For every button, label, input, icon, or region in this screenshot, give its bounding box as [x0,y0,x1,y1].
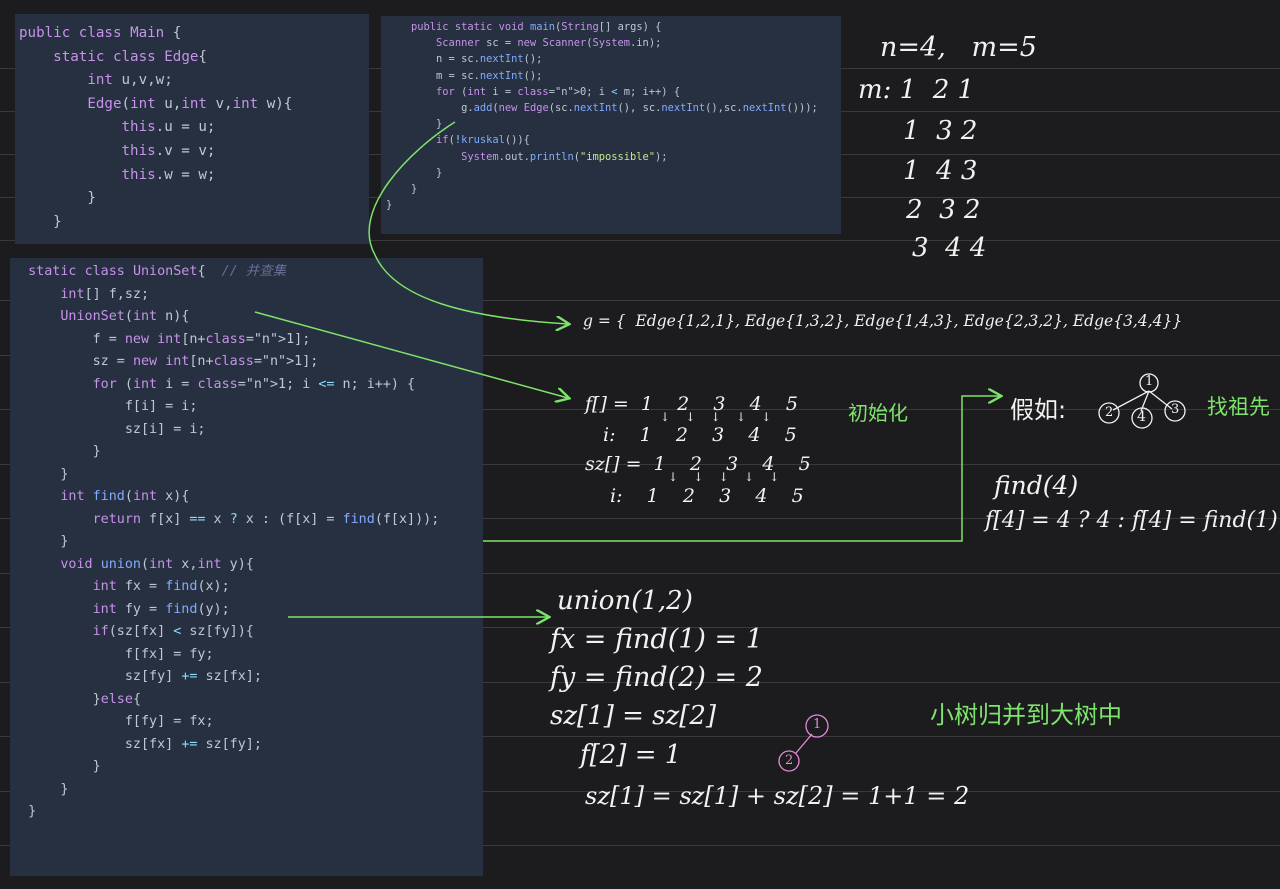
note-input-row-2: 1 3 2 [903,116,978,146]
arrow-g-add [368,121,568,324]
note-merge-label: 小树归并到大树中 [930,701,1122,729]
note-f-arrows: ↓ ↓ ↓ ↓ ↓ [660,410,772,424]
note-f2: f[2] = 1 [580,740,682,770]
tree-node-2: 2 [1105,405,1114,420]
note-fy: fy = find(2) = 2 [550,662,763,693]
note-sz-index: i: 1 2 3 4 5 [610,485,804,507]
tree-node-3: 3 [1171,402,1180,417]
arrow-init [254,311,568,398]
note-f-index: i: 1 2 3 4 5 [603,424,797,446]
note-input-row-4: 2 3 2 [906,195,981,225]
note-nm: n=4, m=5 [880,32,1037,63]
note-assume: 假如: [1010,396,1067,424]
note-sz-equal: sz[1] = sz[2] [550,701,717,731]
note-find-ancestor: 找祖先 [1207,395,1270,419]
note-sz-sum: sz[1] = sz[1] + sz[2] = 1+1 = 2 [585,782,970,810]
note-input-row-1: m: 1 2 1 [858,75,975,105]
note-fx: fx = find(1) = 1 [550,624,763,655]
tree-node-4: 4 [1137,409,1146,425]
note-input-row-5: 3 4 4 [912,233,987,263]
note-init-label: 初始化 [848,401,908,425]
note-input-row-3: 1 4 3 [903,156,978,186]
note-edge-list: g = { Edge{1,2,1}, Edge{1,3,2}, Edge{1,4… [583,312,1183,330]
note-union: union(1,2) [557,586,693,616]
small-tree-node-1: 1 [813,717,822,732]
note-find4-expr: f[4] = 4 ? 4 : f[4] = find(1) [985,508,1278,533]
tree-node-1: 1 [1145,374,1154,389]
note-find4: find(4) [994,471,1079,500]
small-tree-node-2: 2 [785,753,794,768]
note-sz-arrows: ↓ ↓ ↓ ↓ ↓ [668,470,780,484]
